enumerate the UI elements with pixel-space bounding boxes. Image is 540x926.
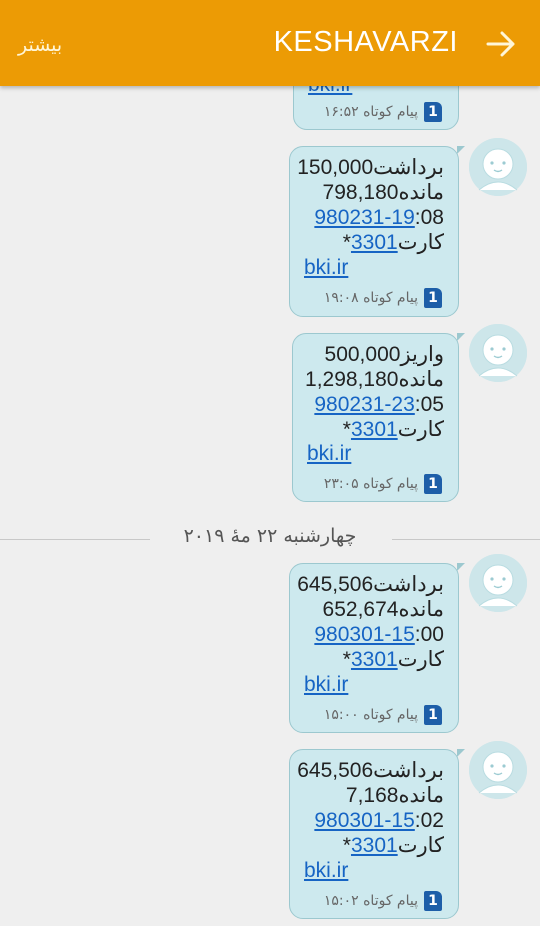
more-button[interactable]: بیشتر	[18, 34, 62, 56]
message-line-balance: مانده1,298,180	[305, 368, 444, 391]
message-link[interactable]: bki.ir	[304, 256, 348, 280]
message-line-amount: واریز500,000	[324, 343, 444, 366]
contact-avatar[interactable]	[469, 324, 527, 382]
contact-avatar[interactable]	[469, 741, 527, 799]
arrow-right-icon[interactable]	[484, 27, 518, 61]
message-link[interactable]: bki.ir	[304, 673, 348, 697]
contact-avatar[interactable]	[469, 138, 527, 196]
date-link[interactable]: 980301-15	[314, 623, 414, 646]
message-link[interactable]: bki.ir	[307, 442, 351, 466]
message-body: واریز500,000 مانده1,298,180 980231-23:05…	[305, 342, 444, 442]
message-line-balance: مانده652,674	[322, 598, 444, 621]
person-face-icon	[469, 324, 527, 382]
message-line-amount: برداشت150,000	[297, 156, 444, 179]
message-timestamp: پیام کوتاه ۱۹:۰۸	[323, 290, 418, 306]
message-line-date: 980231-23:05	[314, 393, 444, 416]
date-separator: چهارشنبه ۲۲ مهٔ ۲۰۱۹	[0, 523, 540, 553]
message-meta: 1 پیام کوتاه ۲۳:۰۵	[324, 473, 442, 495]
card-number-link[interactable]: 3301	[351, 231, 398, 254]
message-line-card: *3301کارت	[342, 834, 444, 857]
message-body: برداشت645,506 مانده652,674 980301-15:00 …	[297, 572, 444, 672]
message-line-card: *3301کارت	[342, 231, 444, 254]
message-line-balance: مانده798,180	[322, 181, 444, 204]
sim-card-icon: 1	[424, 891, 442, 911]
message-meta: 1 پیام کوتاه ۱۵:۰۲	[324, 890, 442, 912]
message-line-amount: برداشت645,506	[297, 759, 444, 782]
message-bubble[interactable]: برداشت645,506 مانده7,168 980301-15:02 *3…	[289, 749, 465, 919]
message-line-amount: برداشت645,506	[297, 573, 444, 596]
sim-card-icon: 1	[424, 705, 442, 725]
message-bubble[interactable]: برداشت150,000 مانده798,180 980231-19:08 …	[289, 146, 465, 317]
message-meta: 1 پیام کوتاه ۱۹:۰۸	[324, 287, 442, 309]
message-body: برداشت150,000 مانده798,180 980231-19:08 …	[297, 155, 444, 255]
message-line-date: 980301-15:02	[314, 809, 444, 832]
message-bubble[interactable]: برداشت645,506 مانده652,674 980301-15:00 …	[289, 563, 465, 733]
message-link[interactable]: bki.ir	[304, 859, 348, 883]
conversation-title: KESHAVARZI	[273, 26, 458, 58]
person-face-icon	[469, 741, 527, 799]
date-separator-label: چهارشنبه ۲۲ مهٔ ۲۰۱۹	[183, 525, 357, 547]
message-timestamp: پیام کوتاه ۱۵:۰۰	[323, 707, 418, 723]
date-link[interactable]: 980231-23	[314, 393, 414, 416]
contact-avatar[interactable]	[469, 554, 527, 612]
message-line-date: 980301-15:00	[314, 623, 444, 646]
date-link[interactable]: 980231-19	[314, 206, 414, 229]
message-timestamp: پیام کوتاه ۱۶:۵۲	[323, 104, 418, 120]
app-bar: بیشتر KESHAVARZI	[0, 0, 540, 86]
message-line-card: *3301کارت	[342, 648, 444, 671]
date-link[interactable]: 980301-15	[314, 809, 414, 832]
message-meta: 1 پیام کوتاه ۱۵:۰۰	[324, 704, 442, 726]
sim-card-icon: 1	[424, 474, 442, 494]
message-body: برداشت645,506 مانده7,168 980301-15:02 *3…	[297, 758, 444, 858]
card-number-link[interactable]: 3301	[351, 648, 398, 671]
card-number-link[interactable]: 3301	[351, 418, 398, 441]
message-line-card: *3301کارت	[342, 418, 444, 441]
person-face-icon	[469, 554, 527, 612]
sim-card-icon: 1	[424, 288, 442, 308]
card-number-link[interactable]: 3301	[351, 834, 398, 857]
sim-card-icon: 1	[424, 102, 442, 122]
message-line-date: 980231-19:08	[314, 206, 444, 229]
conversation-screen: bki.ir 1 پیام کوتاه ۱۶:۵۲ برداشت150,000 …	[0, 0, 540, 926]
message-bubble[interactable]: واریز500,000 مانده1,298,180 980231-23:05…	[292, 333, 465, 502]
message-timestamp: پیام کوتاه ۱۵:۰۲	[323, 893, 418, 909]
person-face-icon	[469, 138, 527, 196]
message-meta: 1 پیام کوتاه ۱۶:۵۲	[324, 101, 442, 123]
message-line-balance: مانده7,168	[345, 784, 444, 807]
message-timestamp: پیام کوتاه ۲۳:۰۵	[323, 476, 418, 492]
